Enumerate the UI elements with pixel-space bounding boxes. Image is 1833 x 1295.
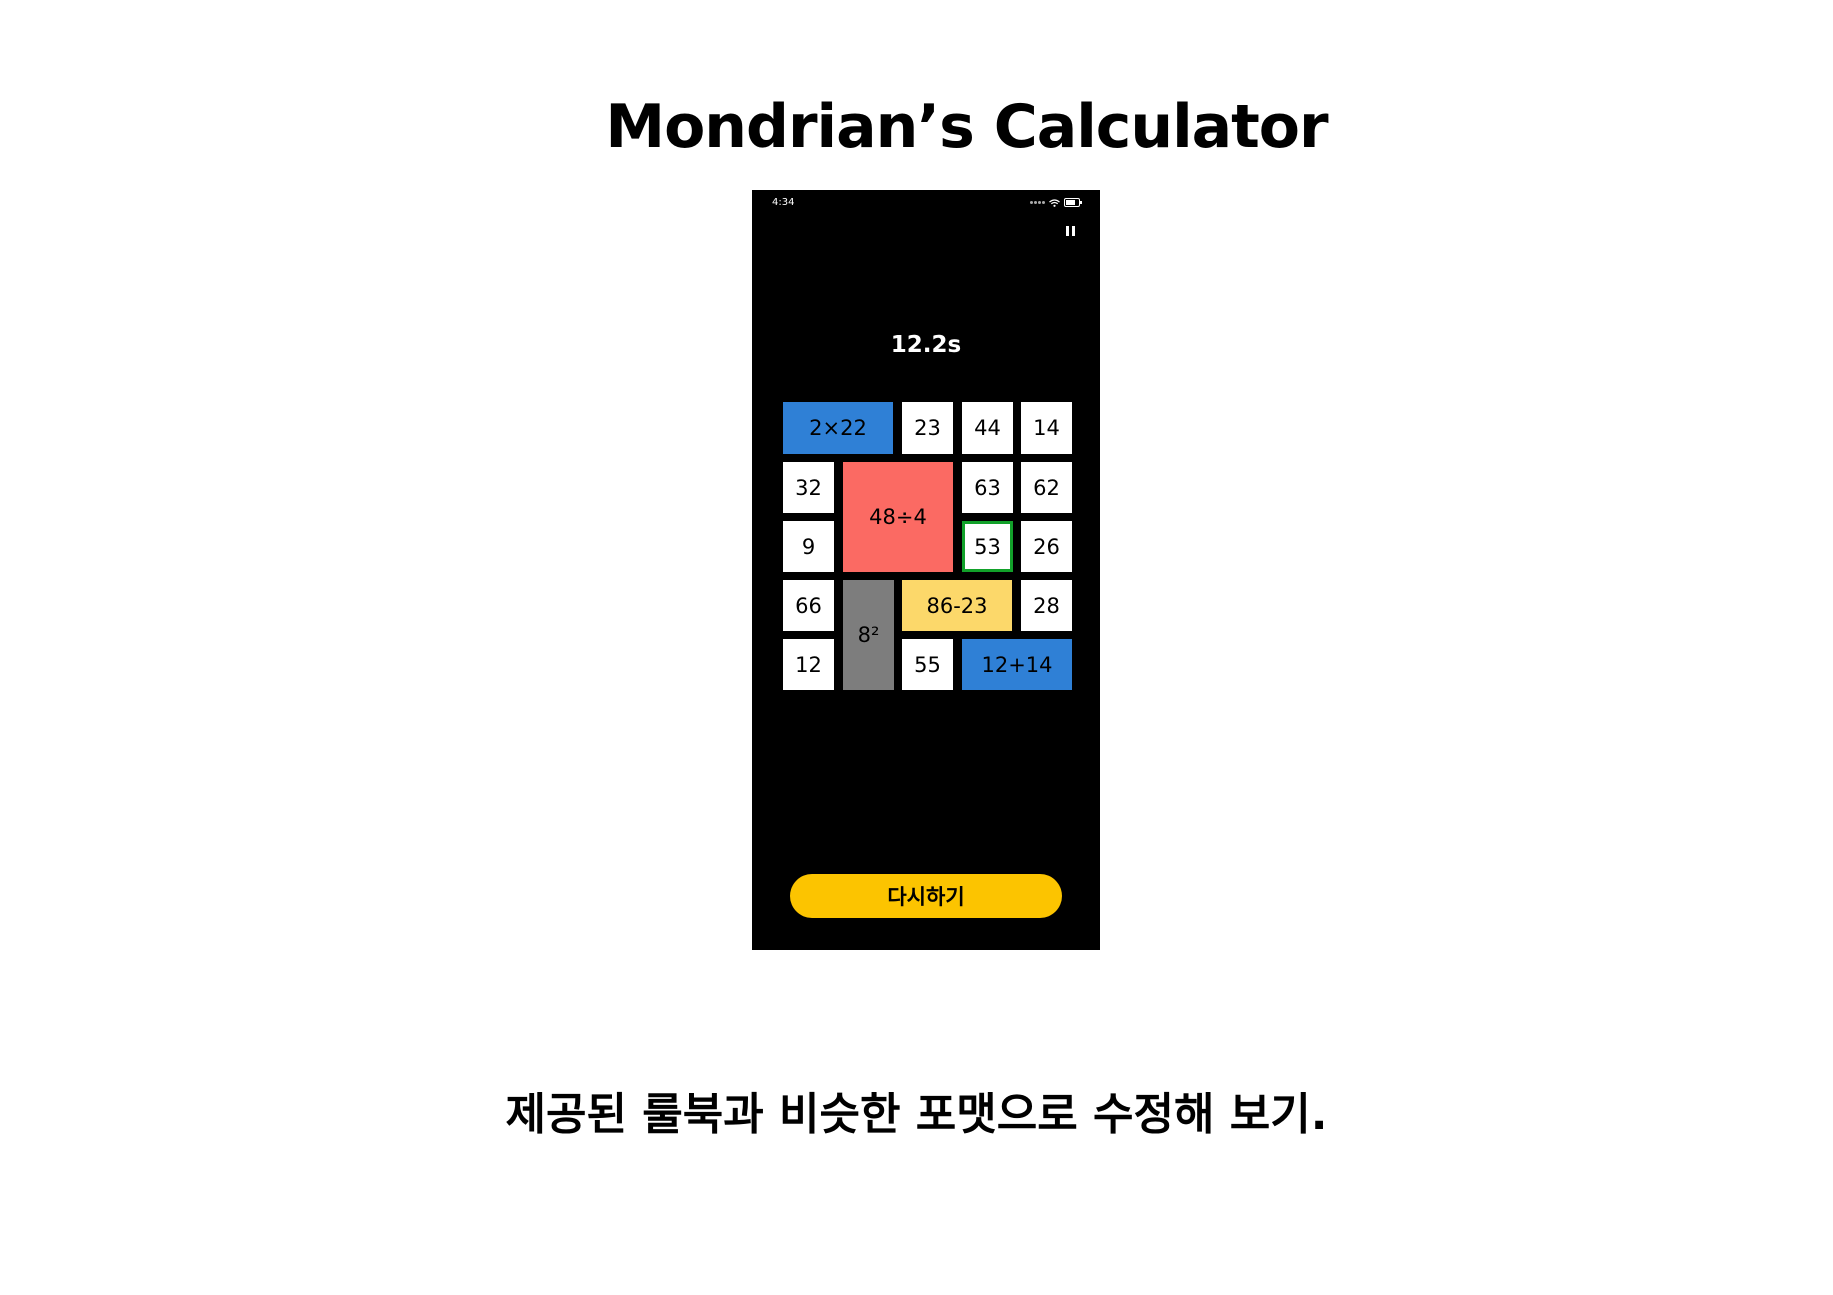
phone-screen: 4:34 12.2s 2×22 23 44 14 32 48÷4 63 62 9…: [752, 190, 1100, 950]
tile-48div4[interactable]: 48÷4: [843, 462, 953, 572]
tile-9[interactable]: 9: [783, 521, 834, 572]
tile-44[interactable]: 44: [962, 402, 1013, 454]
battery-icon: [1064, 198, 1082, 207]
retry-button[interactable]: 다시하기: [790, 874, 1062, 918]
pause-icon[interactable]: [1066, 226, 1075, 236]
tile-32[interactable]: 32: [783, 462, 834, 513]
tile-55[interactable]: 55: [902, 639, 953, 690]
page: Mondrian’s Calculator 4:34 12.2s 2×22 23…: [0, 0, 1833, 1295]
signal-icon: [1030, 201, 1045, 204]
tile-8-squared[interactable]: 8²: [843, 580, 894, 690]
tile-14[interactable]: 14: [1021, 402, 1072, 454]
tile-26[interactable]: 26: [1021, 521, 1072, 572]
status-icons: [1030, 198, 1082, 207]
wifi-icon: [1049, 198, 1060, 207]
timer-display: 12.2s: [890, 332, 962, 358]
tile-86-23[interactable]: 86-23: [902, 580, 1012, 631]
tile-28[interactable]: 28: [1021, 580, 1072, 631]
tile-12[interactable]: 12: [783, 639, 834, 690]
page-title: Mondrian’s Calculator: [605, 92, 1328, 162]
instruction-text: 제공된 룰북과 비슷한 포맷으로 수정해 보기.: [505, 1089, 1328, 1140]
tile-12+14[interactable]: 12+14: [962, 639, 1072, 690]
tile-23[interactable]: 23: [902, 402, 953, 454]
tile-2x22[interactable]: 2×22: [783, 402, 893, 454]
status-time: 4:34: [772, 197, 795, 208]
tile-63[interactable]: 63: [962, 462, 1013, 513]
tile-66[interactable]: 66: [783, 580, 834, 631]
tile-62[interactable]: 62: [1021, 462, 1072, 513]
tile-53[interactable]: 53: [962, 521, 1013, 572]
